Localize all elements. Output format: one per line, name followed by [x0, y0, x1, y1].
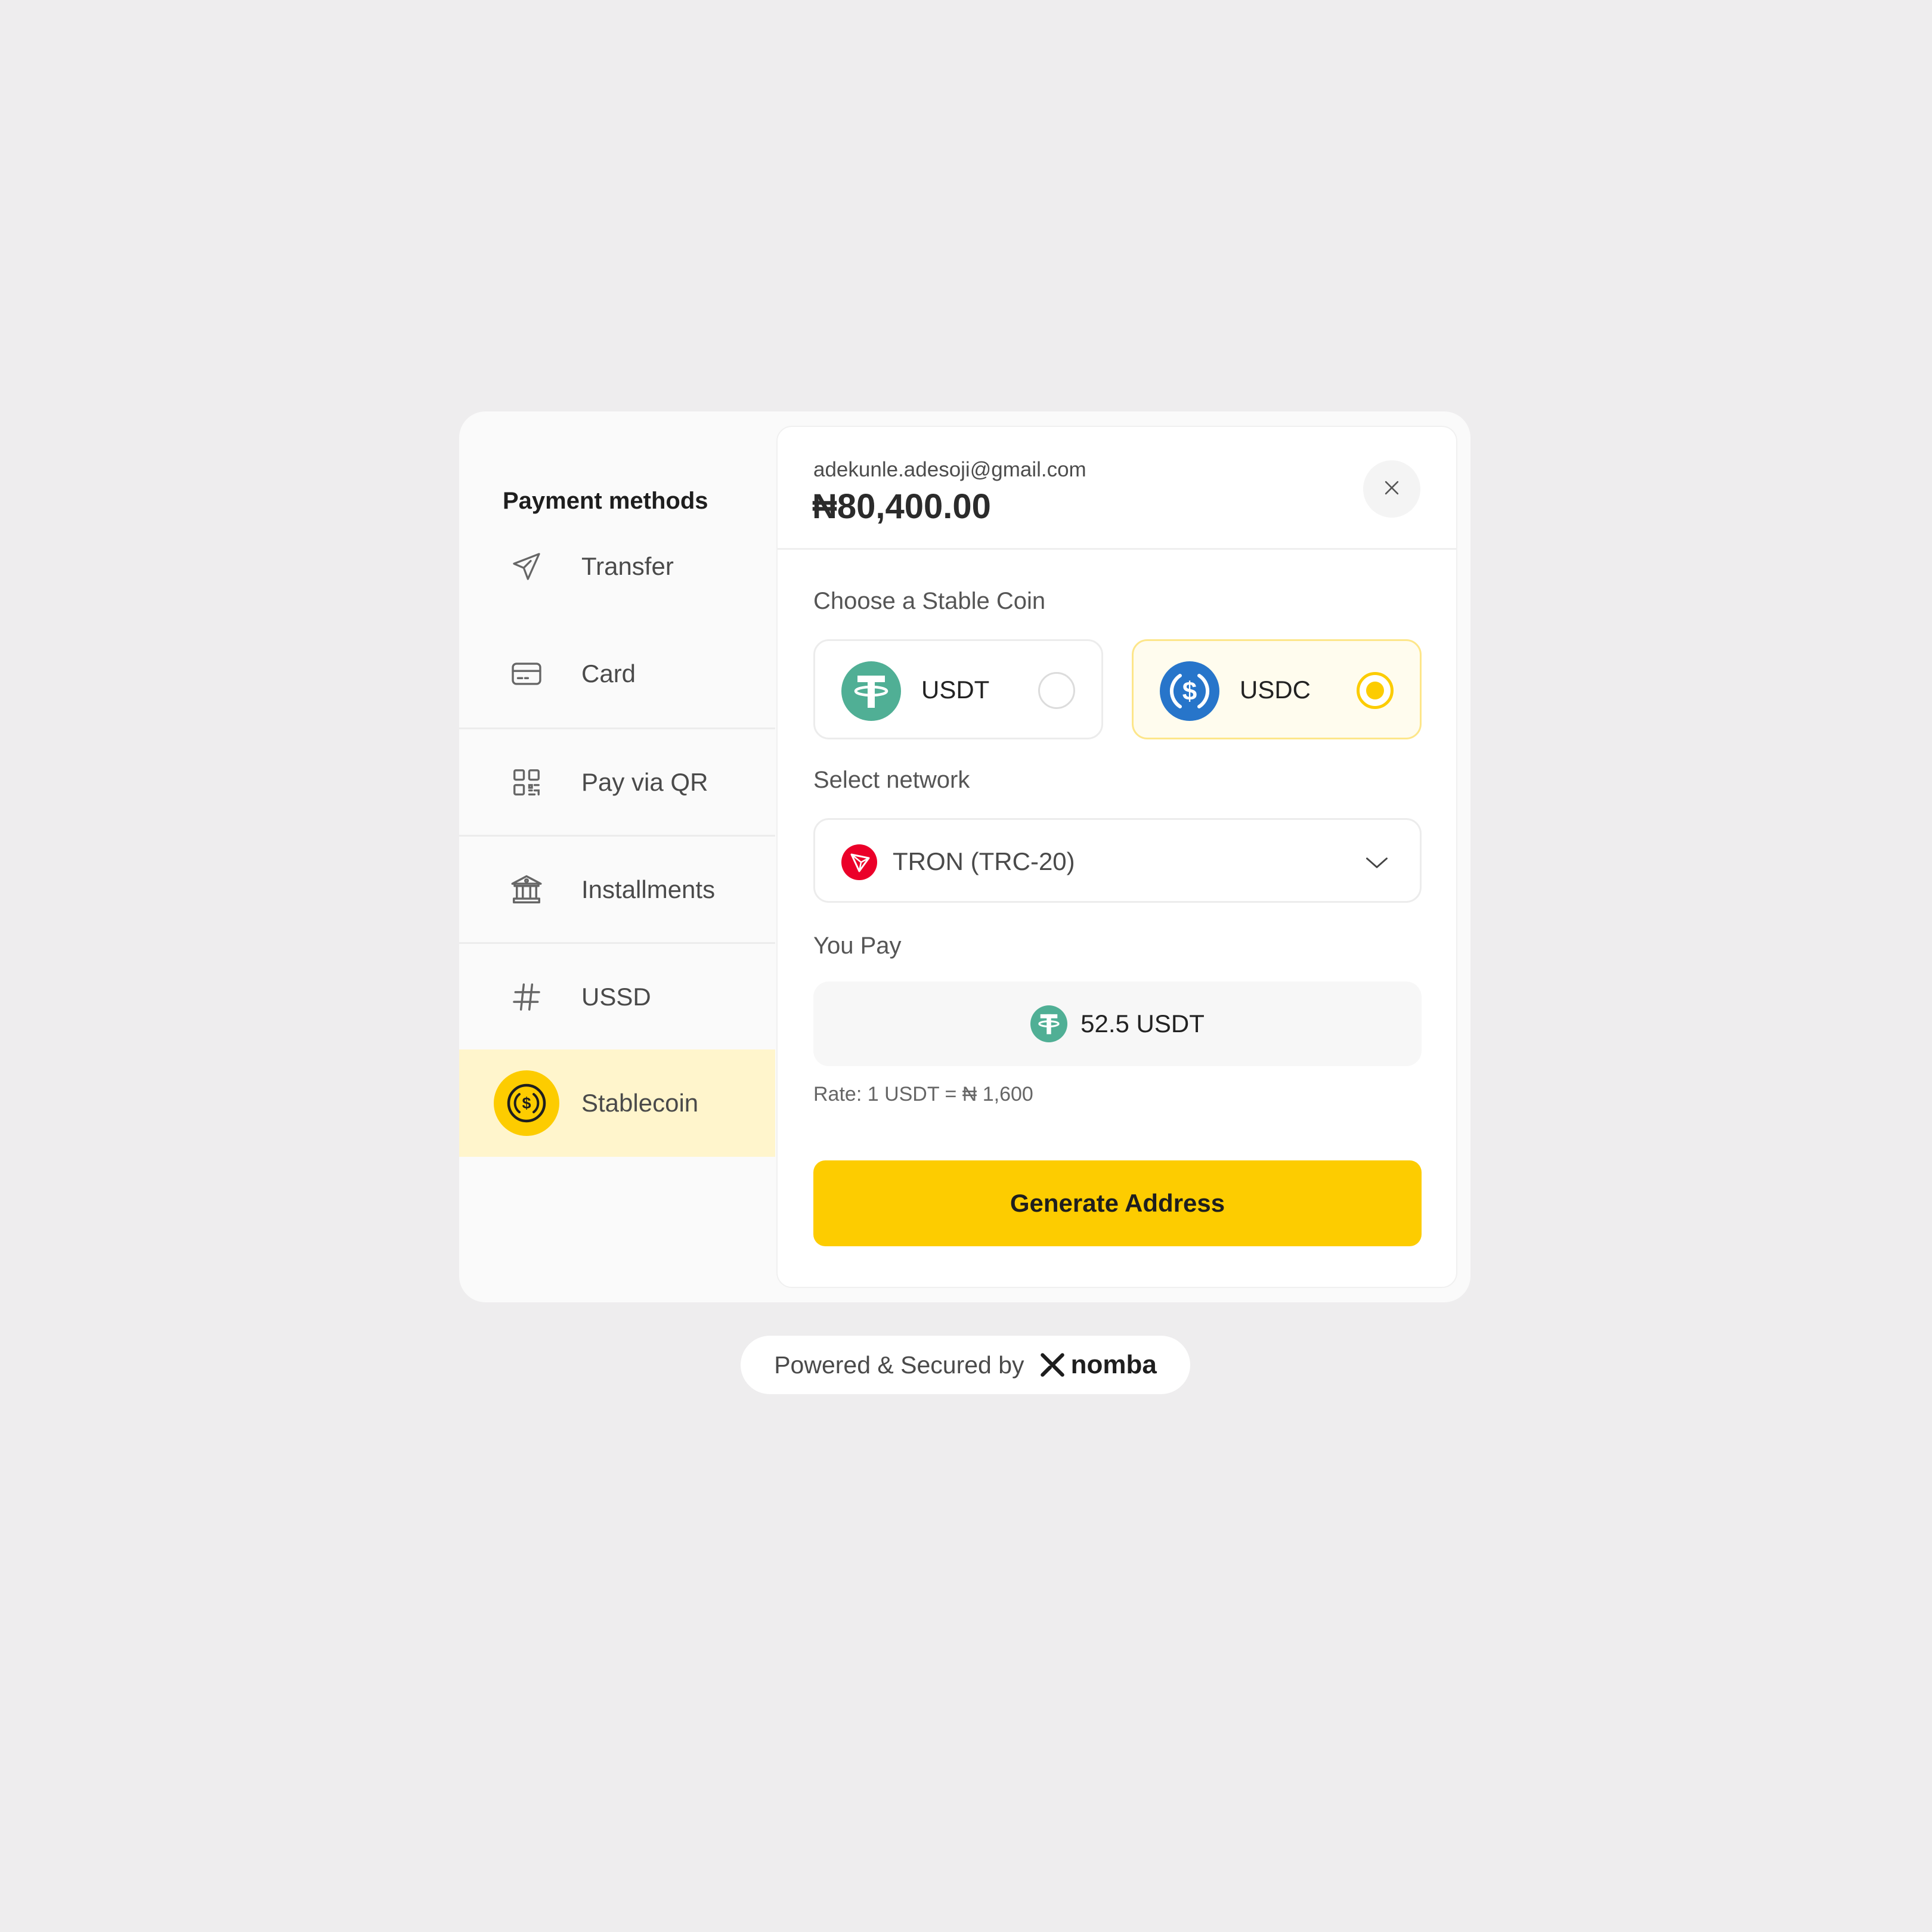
sidebar-item-ussd[interactable]: USSD — [459, 942, 775, 1049]
coin-section-label: Choose a Stable Coin — [813, 588, 1046, 614]
chevron-down-icon — [1364, 850, 1390, 876]
panel-header: adekunle.adesoji@gmail.com ₦80,400.00 — [778, 427, 1456, 550]
close-icon — [1382, 478, 1402, 501]
sidebar-item-label: USSD — [581, 982, 651, 1011]
network-select[interactable]: TRON (TRC-20) — [813, 818, 1422, 903]
payment-modal: Payment methods Transfer Card Pay via QR… — [459, 411, 1470, 1302]
sidebar-item-label: Stablecoin — [581, 1089, 699, 1117]
sidebar-item-pay-via-qr[interactable]: Pay via QR — [459, 727, 775, 835]
coin-name: USDT — [921, 676, 990, 704]
sidebar-item-transfer[interactable]: Transfer — [459, 513, 775, 620]
usdc-radio[interactable] — [1357, 672, 1394, 709]
exchange-rate: Rate: 1 USDT = ₦ 1,600 — [813, 1083, 1033, 1106]
sidebar-item-label: Installments — [581, 875, 716, 903]
svg-text:$: $ — [522, 1094, 531, 1112]
payment-amount: ₦80,400.00 — [812, 487, 991, 526]
brand-name: nomba — [1070, 1350, 1157, 1379]
qr-icon — [494, 750, 559, 815]
hash-icon — [494, 964, 559, 1030]
customer-email: adekunle.adesoji@gmail.com — [813, 458, 1086, 481]
coin-option-usdt[interactable]: USDT — [813, 639, 1103, 739]
payment-methods-sidebar: Payment methods Transfer Card Pay via QR… — [459, 411, 775, 1302]
you-pay-label: You Pay — [813, 933, 902, 959]
network-value: TRON (TRC-20) — [893, 847, 1075, 875]
send-icon — [494, 534, 559, 599]
powered-by-badge: Powered & Secured by nomba — [741, 1336, 1190, 1394]
card-icon — [494, 641, 559, 707]
usdc-logo-icon: $ — [1160, 661, 1219, 721]
you-pay-amount: 52.5 USDT — [813, 982, 1422, 1066]
nomba-logo-icon — [1038, 1350, 1067, 1380]
pay-value: 52.5 USDT — [1080, 1010, 1205, 1038]
usdt-logo-icon — [841, 661, 901, 721]
sidebar-item-label: Pay via QR — [581, 767, 708, 796]
coin-name: USDC — [1240, 676, 1311, 704]
brand-logo: nomba — [1038, 1350, 1157, 1380]
close-button[interactable] — [1363, 460, 1420, 518]
sidebar-item-installments[interactable]: Installments — [459, 835, 775, 942]
powered-by-text: Powered & Secured by — [774, 1351, 1024, 1379]
payment-panel: adekunle.adesoji@gmail.com ₦80,400.00 Ch… — [776, 426, 1457, 1288]
sidebar-title: Payment methods — [503, 488, 708, 514]
usdt-radio[interactable] — [1038, 672, 1075, 709]
network-label: Select network — [813, 767, 970, 793]
sidebar-item-label: Transfer — [581, 552, 674, 580]
sidebar-item-stablecoin[interactable]: $ Stablecoin — [459, 1049, 775, 1157]
sidebar-item-card[interactable]: Card — [459, 620, 775, 727]
sidebar-item-label: Card — [581, 660, 636, 688]
stablecoin-icon: $ — [494, 1070, 559, 1136]
coin-option-usdc[interactable]: $ USDC — [1132, 639, 1422, 739]
svg-text:$: $ — [1182, 677, 1197, 706]
generate-address-button[interactable]: Generate Address — [813, 1160, 1422, 1246]
tron-logo-icon — [841, 844, 877, 880]
usdt-logo-icon — [1030, 1005, 1068, 1042]
bank-icon — [494, 857, 559, 922]
